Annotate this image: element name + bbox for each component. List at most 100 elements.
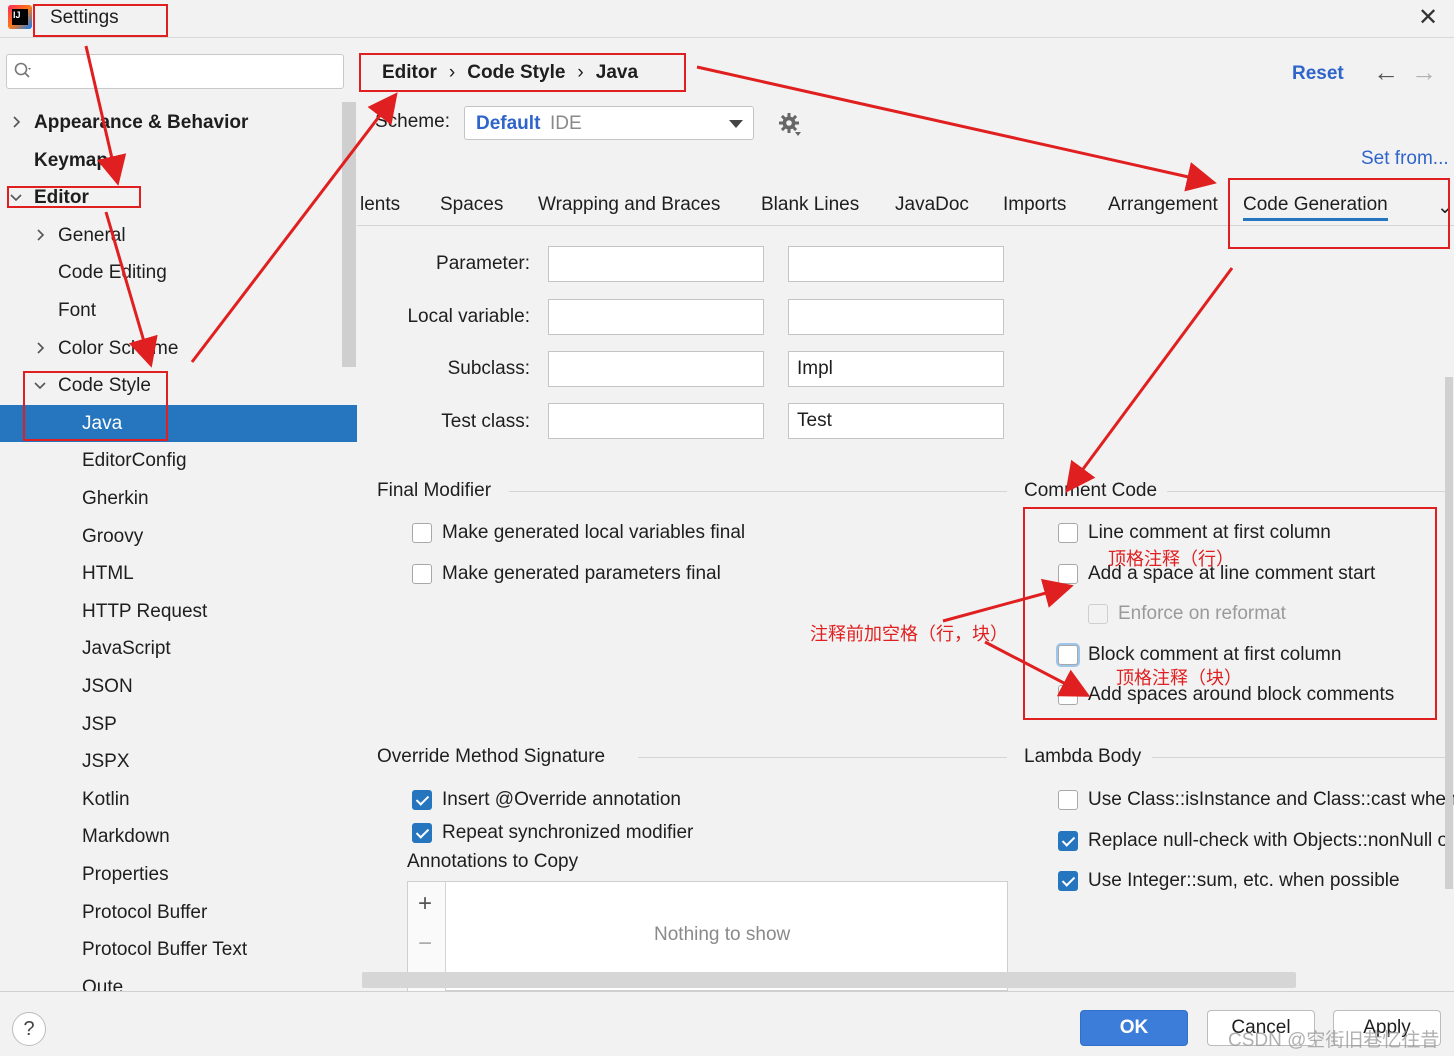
help-button[interactable]: ? <box>12 1012 46 1046</box>
tab-javadoc[interactable]: JavaDoc <box>895 194 969 216</box>
checkbox-label: Use Class::isInstance and Class::cast wh… <box>1088 789 1454 810</box>
checkbox-box[interactable] <box>1058 790 1078 810</box>
local-variable-prefix-input[interactable] <box>548 299 764 335</box>
sidebar-item-label: Properties <box>82 864 169 885</box>
parameter-label: Parameter: <box>436 253 530 274</box>
sidebar-item-label: Keymap <box>34 149 108 171</box>
sidebar-item-label: Font <box>58 300 97 321</box>
reset-link[interactable]: Reset <box>1292 63 1344 85</box>
tab-imports[interactable]: Imports <box>1003 194 1066 216</box>
title-bar: IJ Settings ✕ <box>0 0 1454 38</box>
local-variable-label: Local variable: <box>407 306 530 327</box>
test-class-label: Test class: <box>441 411 530 432</box>
sidebar-item-protocol-buffer[interactable]: Protocol Buffer <box>0 894 357 931</box>
search-input[interactable] <box>6 54 344 89</box>
sidebar-item-font[interactable]: Font <box>0 292 357 329</box>
sidebar-item-label: HTML <box>82 563 134 585</box>
sidebar-item-jsp[interactable]: JSP <box>0 706 357 743</box>
add-icon[interactable]: + <box>418 890 432 918</box>
back-arrow-icon[interactable]: ← <box>1373 57 1399 88</box>
horizontal-scrollbar[interactable] <box>362 972 1296 988</box>
annotation-box-code-style-java <box>23 371 168 441</box>
chevron-right-icon[interactable] <box>34 342 46 354</box>
tree-scrollbar[interactable] <box>342 102 356 367</box>
tab-blank-lines[interactable]: Blank Lines <box>761 194 859 216</box>
checkbox-box[interactable] <box>412 823 432 843</box>
scheme-select[interactable]: Default IDE <box>464 106 754 140</box>
sidebar-item-code-editing[interactable]: Code Editing <box>0 254 357 291</box>
annotation-note-space: 注释前加空格（行，块） <box>810 624 1008 644</box>
checkbox-box[interactable] <box>412 564 432 584</box>
sidebar-item-json[interactable]: JSON <box>0 668 357 705</box>
tab-spaces[interactable]: Spaces <box>440 194 503 216</box>
checkbox-label: Make generated parameters final <box>442 563 721 584</box>
annotations-to-copy-label: Annotations to Copy <box>407 851 579 872</box>
forward-arrow-icon[interactable]: → <box>1411 57 1437 88</box>
sidebar-item-groovy[interactable]: Groovy <box>0 518 357 555</box>
set-from-link[interactable]: Set from... <box>1361 148 1449 170</box>
checkbox-label: Make generated local variables final <box>442 522 746 543</box>
annotation-box-settings <box>33 4 168 37</box>
tab-wrapping-and-braces[interactable]: Wrapping and Braces <box>538 194 720 216</box>
checkbox-label: Replace null-check with Objects::nonNull… <box>1088 830 1449 851</box>
scheme-suffix: IDE <box>550 113 582 134</box>
sidebar-item-appearance-behavior[interactable]: Appearance & Behavior <box>0 104 357 141</box>
remove-icon[interactable]: − <box>418 930 432 958</box>
gear-icon[interactable] <box>777 111 803 137</box>
checkbox-box[interactable] <box>1058 871 1078 891</box>
sidebar-item-editorconfig[interactable]: EditorConfig <box>0 442 357 479</box>
sidebar-item-label: Color Scheme <box>58 337 179 359</box>
parameter-suffix-input[interactable] <box>788 246 1004 282</box>
local-variable-suffix-input[interactable] <box>788 299 1004 335</box>
divider <box>1152 757 1447 758</box>
sidebar-item-markdown[interactable]: Markdown <box>0 818 357 855</box>
checkbox-box[interactable] <box>412 523 432 543</box>
checkbox-label: Use Integer::sum, etc. when possible <box>1088 870 1400 891</box>
lambda-body-title: Lambda Body <box>1024 746 1142 767</box>
sidebar-item-label: Qute <box>82 976 124 991</box>
vertical-scrollbar[interactable] <box>1445 377 1453 889</box>
sidebar-item-properties[interactable]: Properties <box>0 856 357 893</box>
sidebar-item-label: Protocol Buffer <box>82 901 208 923</box>
checkbox-box[interactable] <box>1058 831 1078 851</box>
sidebar-item-color-scheme[interactable]: Color Scheme <box>0 330 357 367</box>
sidebar-item-label: General <box>58 224 126 246</box>
sidebar-item-label: JavaScript <box>82 638 171 660</box>
empty-list-text: Nothing to show <box>654 924 791 945</box>
sidebar-item-jspx[interactable]: JSPX <box>0 743 357 780</box>
parameter-prefix-input[interactable] <box>548 246 764 282</box>
test-class-prefix-input[interactable] <box>548 403 764 439</box>
sidebar-item-http-request[interactable]: HTTP Request <box>0 593 357 630</box>
sidebar-item-general[interactable]: General <box>0 217 357 254</box>
override-method-signature-title: Override Method Signature <box>377 746 606 767</box>
tab-arrangement[interactable]: Arrangement <box>1108 194 1218 216</box>
chevron-right-icon[interactable] <box>10 116 22 128</box>
checkbox-box[interactable] <box>412 790 432 810</box>
ok-button[interactable]: OK <box>1080 1010 1188 1046</box>
checkbox-label: Insert @Override annotation <box>442 789 681 810</box>
divider <box>509 491 1007 492</box>
settings-sidebar: Appearance & Behavior Keymap Editor General… <box>0 39 357 991</box>
sidebar-item-keymap[interactable]: Keymap <box>0 142 357 179</box>
test-class-suffix-input[interactable]: Test <box>788 403 1004 439</box>
sidebar-item-label: Code Editing <box>58 262 167 284</box>
close-icon[interactable]: ✕ <box>1414 4 1442 32</box>
chevron-right-icon[interactable] <box>34 229 46 241</box>
sidebar-item-protocol-buffer-text[interactable]: Protocol Buffer Text <box>0 931 357 968</box>
subclass-suffix-input[interactable]: Impl <box>788 351 1004 387</box>
sidebar-item-label: EditorConfig <box>82 450 187 472</box>
sidebar-item-kotlin[interactable]: Kotlin <box>0 781 357 818</box>
annotation-box-editor <box>7 186 141 208</box>
sidebar-item-label: Protocol Buffer Text <box>82 939 248 961</box>
sidebar-item-javascript[interactable]: JavaScript <box>0 630 357 667</box>
tab-indents[interactable]: lents <box>360 194 400 216</box>
sidebar-item-label: Appearance & Behavior <box>34 112 249 133</box>
sidebar-item-html[interactable]: HTML <box>0 555 357 592</box>
sidebar-item-qute[interactable]: Qute <box>0 969 357 991</box>
annotation-box-code-generation <box>1228 178 1450 249</box>
scheme-label: Scheme: <box>375 111 450 132</box>
sidebar-item-gherkin[interactable]: Gherkin <box>0 480 357 517</box>
search-icon <box>14 62 31 78</box>
subclass-prefix-input[interactable] <box>548 351 764 387</box>
intellij-logo-icon: IJ <box>8 5 32 29</box>
